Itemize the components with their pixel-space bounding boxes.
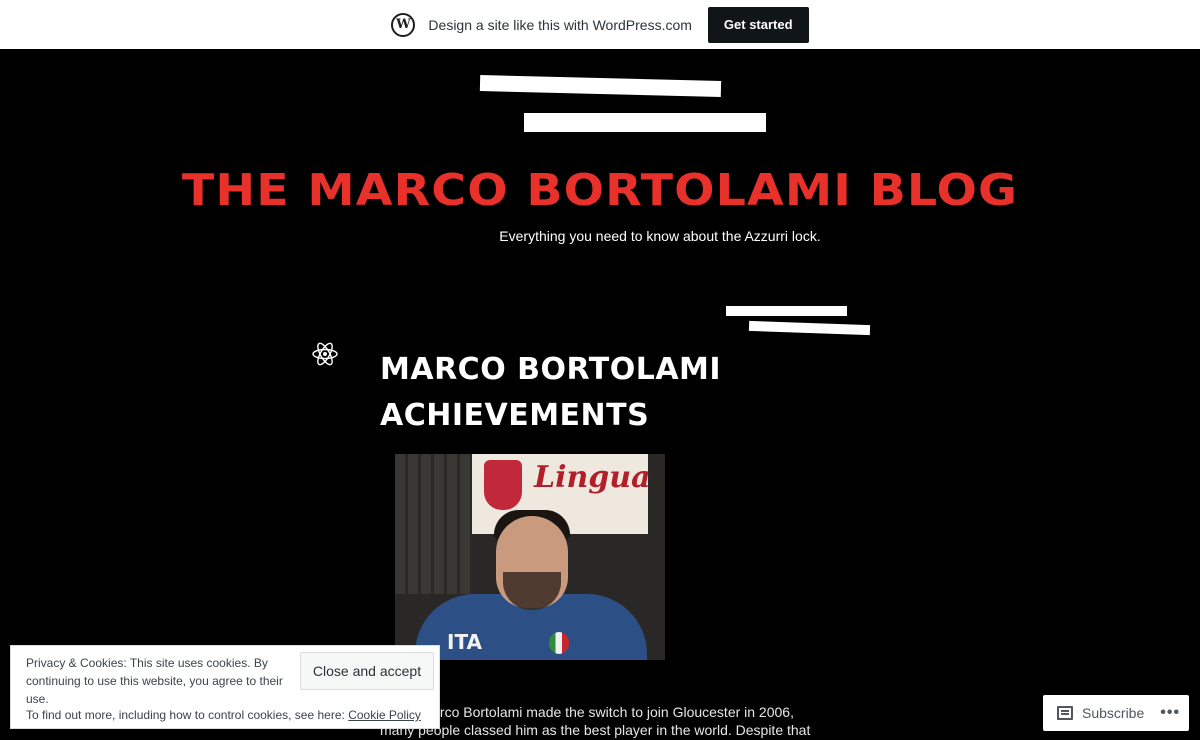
cookie-more-info: To find out more, including how to contr… xyxy=(26,708,421,722)
more-options-icon[interactable]: ••• xyxy=(1160,704,1180,722)
post-video-thumbnail[interactable]: Lingua ITA xyxy=(395,454,665,660)
wordpress-promo-bar: W Design a site like this with WordPress… xyxy=(0,0,1200,49)
get-started-button[interactable]: Get started xyxy=(707,6,809,43)
decorative-stroke xyxy=(479,75,722,97)
video-sign-text: Lingua xyxy=(534,460,651,495)
subscribe-button[interactable]: Subscribe xyxy=(1082,705,1144,721)
post-body-text: When Marco Bortolami made the switch to … xyxy=(380,704,811,738)
decorative-stroke xyxy=(524,113,766,132)
subscribe-widget: Subscribe ••• xyxy=(1043,695,1189,731)
decorative-stroke xyxy=(748,320,871,336)
decorative-stroke xyxy=(726,306,847,316)
cookie-more-prefix: To find out more, including how to contr… xyxy=(26,708,349,722)
reader-icon xyxy=(1057,706,1073,720)
atom-icon xyxy=(312,342,338,366)
crest-icon xyxy=(484,460,522,510)
site-title[interactable]: The Marco Bortolami Blog xyxy=(0,165,1200,216)
cookie-policy-link[interactable]: Cookie Policy xyxy=(348,708,421,722)
cookie-banner: Privacy & Cookies: This site uses cookie… xyxy=(10,645,440,729)
video-shirt-text: ITA xyxy=(447,630,483,654)
post-title[interactable]: Marco Bortolami Achievements xyxy=(380,347,780,439)
close-and-accept-button[interactable]: Close and accept xyxy=(300,652,434,690)
site-tagline: Everything you need to know about the Az… xyxy=(499,228,821,244)
italy-flag-icon xyxy=(549,632,569,654)
video-background xyxy=(395,454,472,594)
wordpress-logo-icon[interactable]: W xyxy=(391,12,416,37)
cookie-banner-text: Privacy & Cookies: This site uses cookie… xyxy=(26,656,283,706)
wordpress-promo-text[interactable]: Design a site like this with WordPress.c… xyxy=(428,17,692,33)
